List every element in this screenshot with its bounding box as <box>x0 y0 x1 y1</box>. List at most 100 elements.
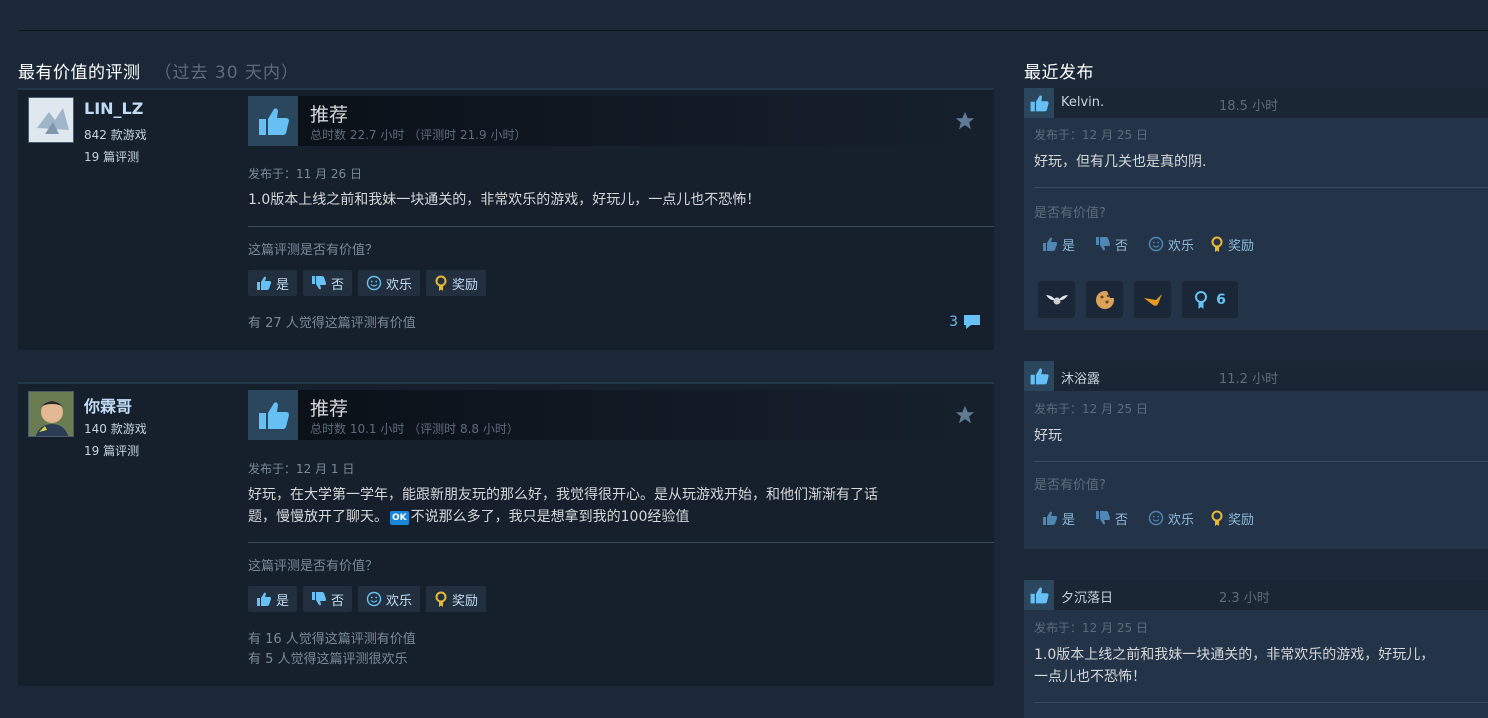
vote-yes-button[interactable]: 是 <box>248 270 298 296</box>
thumbs-up-icon <box>1024 580 1054 610</box>
thumbs-up-icon <box>257 276 271 290</box>
thumbs-up-icon <box>1024 88 1054 118</box>
review-text-line: 好玩，在大学第一学年，能跟新朋友玩的那么好，我觉得很开心。是从玩游戏开始，和他们… <box>248 487 878 503</box>
thumbs-up-icon <box>248 96 298 146</box>
recent-review-header[interactable]: Kelvin. 18.5 小时 <box>1024 88 1488 118</box>
award-badge[interactable] <box>1038 281 1075 318</box>
thumbs-down-icon <box>312 592 327 606</box>
thumbs-up-icon <box>257 592 271 606</box>
vote-no-button[interactable]: 否 <box>1091 232 1132 256</box>
author-name[interactable]: 你霖哥 <box>84 393 132 417</box>
helpful-question: 是否有价值? <box>1034 478 1106 493</box>
vote-funny-button[interactable]: 欢乐 <box>1144 506 1198 530</box>
award-count: 6 <box>1216 291 1226 308</box>
vote-funny-button[interactable]: 欢乐 <box>358 270 421 296</box>
award-button[interactable]: 奖励 <box>426 586 487 612</box>
recent-author-name[interactable]: 沐浴露 <box>1061 368 1100 387</box>
review-card: 你霖哥 140 款游戏 19 篇评测 推荐 总时数 10.1 小时 （评测时 8… <box>18 382 994 686</box>
vote-no-button[interactable]: 否 <box>303 586 353 612</box>
section-title-text: 最有价值的评测 <box>18 63 141 83</box>
author-name[interactable]: LIN_LZ <box>84 99 143 118</box>
recent-review-header[interactable]: 沐浴露 11.2 小时 <box>1024 361 1488 391</box>
vote-funny-button[interactable]: 欢乐 <box>1144 232 1198 256</box>
vote-header[interactable]: 推荐 总时数 22.7 小时 （评测时 21.9 小时） <box>248 96 984 146</box>
avatar[interactable] <box>28 97 74 143</box>
award-label: 奖励 <box>1228 512 1255 528</box>
vote-funny-button[interactable]: 欢乐 <box>358 586 421 612</box>
review-text-line: 题，慢慢放开了聊天。 OK 不说那么多了，我只是想拿到我的100经验值 <box>248 506 988 528</box>
vote-yes-label: 是 <box>1062 238 1076 254</box>
award-button[interactable]: 奖励 <box>426 270 487 296</box>
divider <box>1034 187 1488 188</box>
review-text-segment: 题，慢慢放开了聊天。 <box>248 509 388 525</box>
helpful-count: 有 27 人觉得这篇评测有价值 <box>248 316 416 331</box>
helpful-question: 这篇评测是否有价值？ <box>248 559 379 574</box>
verdict-label: 推荐 <box>310 104 349 126</box>
boomerang-award-icon <box>1143 293 1162 306</box>
smiley-icon <box>366 591 382 607</box>
hours-played: 总时数 10.1 小时 （评测时 8.8 小时） <box>310 422 519 436</box>
vote-no-label: 否 <box>331 277 345 293</box>
thumbs-up-icon <box>1043 237 1057 251</box>
avatar[interactable] <box>28 391 74 437</box>
recent-hours: 11.2 小时 <box>1219 372 1279 387</box>
divider <box>248 542 994 543</box>
thumbs-up-icon <box>1024 361 1054 391</box>
awards-row: 6 <box>1038 281 1238 318</box>
recent-author-name[interactable]: 夕沉落日 <box>1061 587 1113 606</box>
recent-posted-date: 发布于：12 月 25 日 <box>1034 402 1148 416</box>
vote-yes-button[interactable]: 是 <box>1038 506 1079 530</box>
vote-no-button[interactable]: 否 <box>1091 506 1132 530</box>
vote-no-label: 否 <box>331 593 345 609</box>
award-button[interactable]: 奖励 <box>1206 506 1258 530</box>
award-icon <box>435 591 447 607</box>
cookie-award-icon <box>1095 290 1114 309</box>
vote-no-label: 否 <box>1115 512 1129 528</box>
recent-review-card: 沐浴露 11.2 小时 发布于：12 月 25 日 好玩 是否有价值? 是 否 … <box>1024 361 1488 549</box>
vote-yes-label: 是 <box>276 277 290 293</box>
award-badge[interactable] <box>1134 281 1171 318</box>
recent-review-text: 好玩 <box>1034 428 1062 444</box>
vote-no-button[interactable]: 否 <box>303 270 353 296</box>
author-review-count[interactable]: 19 篇评测 <box>84 148 139 165</box>
smiley-icon <box>366 275 382 291</box>
divider <box>1034 702 1488 703</box>
posted-date: 发布于：12 月 1 日 <box>248 462 355 476</box>
vote-no-label: 否 <box>1115 238 1129 254</box>
helpful-count-line: 有 16 人觉得这篇评测有价值 <box>248 632 416 647</box>
header-divider <box>18 30 1488 31</box>
author-games[interactable]: 842 款游戏 <box>84 126 147 143</box>
recent-review-text: 1.0版本上线之前和我妹一块通关的，非常欢乐的游戏，好玩儿， 一点儿也不恐怖！ <box>1034 644 1484 688</box>
star-icon[interactable] <box>954 110 976 132</box>
recent-section-title: 最近发布 <box>1024 63 1094 83</box>
vote-yes-label: 是 <box>276 593 290 609</box>
recent-author-name[interactable]: Kelvin. <box>1061 95 1104 110</box>
award-label: 奖励 <box>452 593 479 609</box>
helpful-count: 有 16 人觉得这篇评测有价值 有 5 人觉得这篇评测很欢乐 <box>248 630 416 670</box>
review-text-line: 一点儿也不恐怖！ <box>1034 669 1146 685</box>
recent-review-card: Kelvin. 18.5 小时 发布于：12 月 25 日 好玩，但有几关也是真… <box>1024 88 1488 330</box>
recent-posted-date: 发布于：12 月 25 日 <box>1034 128 1148 142</box>
vote-buttons: 是 否 欢乐 奖励 <box>1038 506 1258 530</box>
award-count-badge[interactable]: 6 <box>1182 281 1238 318</box>
author-review-count[interactable]: 19 篇评测 <box>84 442 139 459</box>
review-text-line: 1.0版本上线之前和我妹一块通关的，非常欢乐的游戏，好玩儿， <box>1034 647 1435 663</box>
vote-header[interactable]: 推荐 总时数 10.1 小时 （评测时 8.8 小时） <box>248 390 984 440</box>
smiley-icon <box>1148 236 1164 252</box>
comments-link[interactable]: 3 <box>949 313 982 331</box>
award-button[interactable]: 奖励 <box>1206 232 1258 256</box>
recent-hours: 2.3 小时 <box>1219 591 1270 606</box>
card-topbar <box>18 382 994 384</box>
award-label: 奖励 <box>452 277 479 293</box>
vote-funny-label: 欢乐 <box>1168 238 1195 254</box>
vote-yes-button[interactable]: 是 <box>248 586 298 612</box>
star-icon[interactable] <box>954 404 976 426</box>
hours-played: 总时数 22.7 小时 （评测时 21.9 小时） <box>310 128 527 142</box>
author-games[interactable]: 140 款游戏 <box>84 420 147 437</box>
vote-yes-button[interactable]: 是 <box>1038 232 1079 256</box>
posted-date: 发布于：11 月 26 日 <box>248 167 362 181</box>
vote-yes-label: 是 <box>1062 512 1076 528</box>
award-badge[interactable] <box>1086 281 1123 318</box>
recent-review-header[interactable]: 夕沉落日 2.3 小时 <box>1024 580 1488 610</box>
most-helpful-section-title: 最有价值的评测 （过去 30 天内） <box>18 58 299 83</box>
